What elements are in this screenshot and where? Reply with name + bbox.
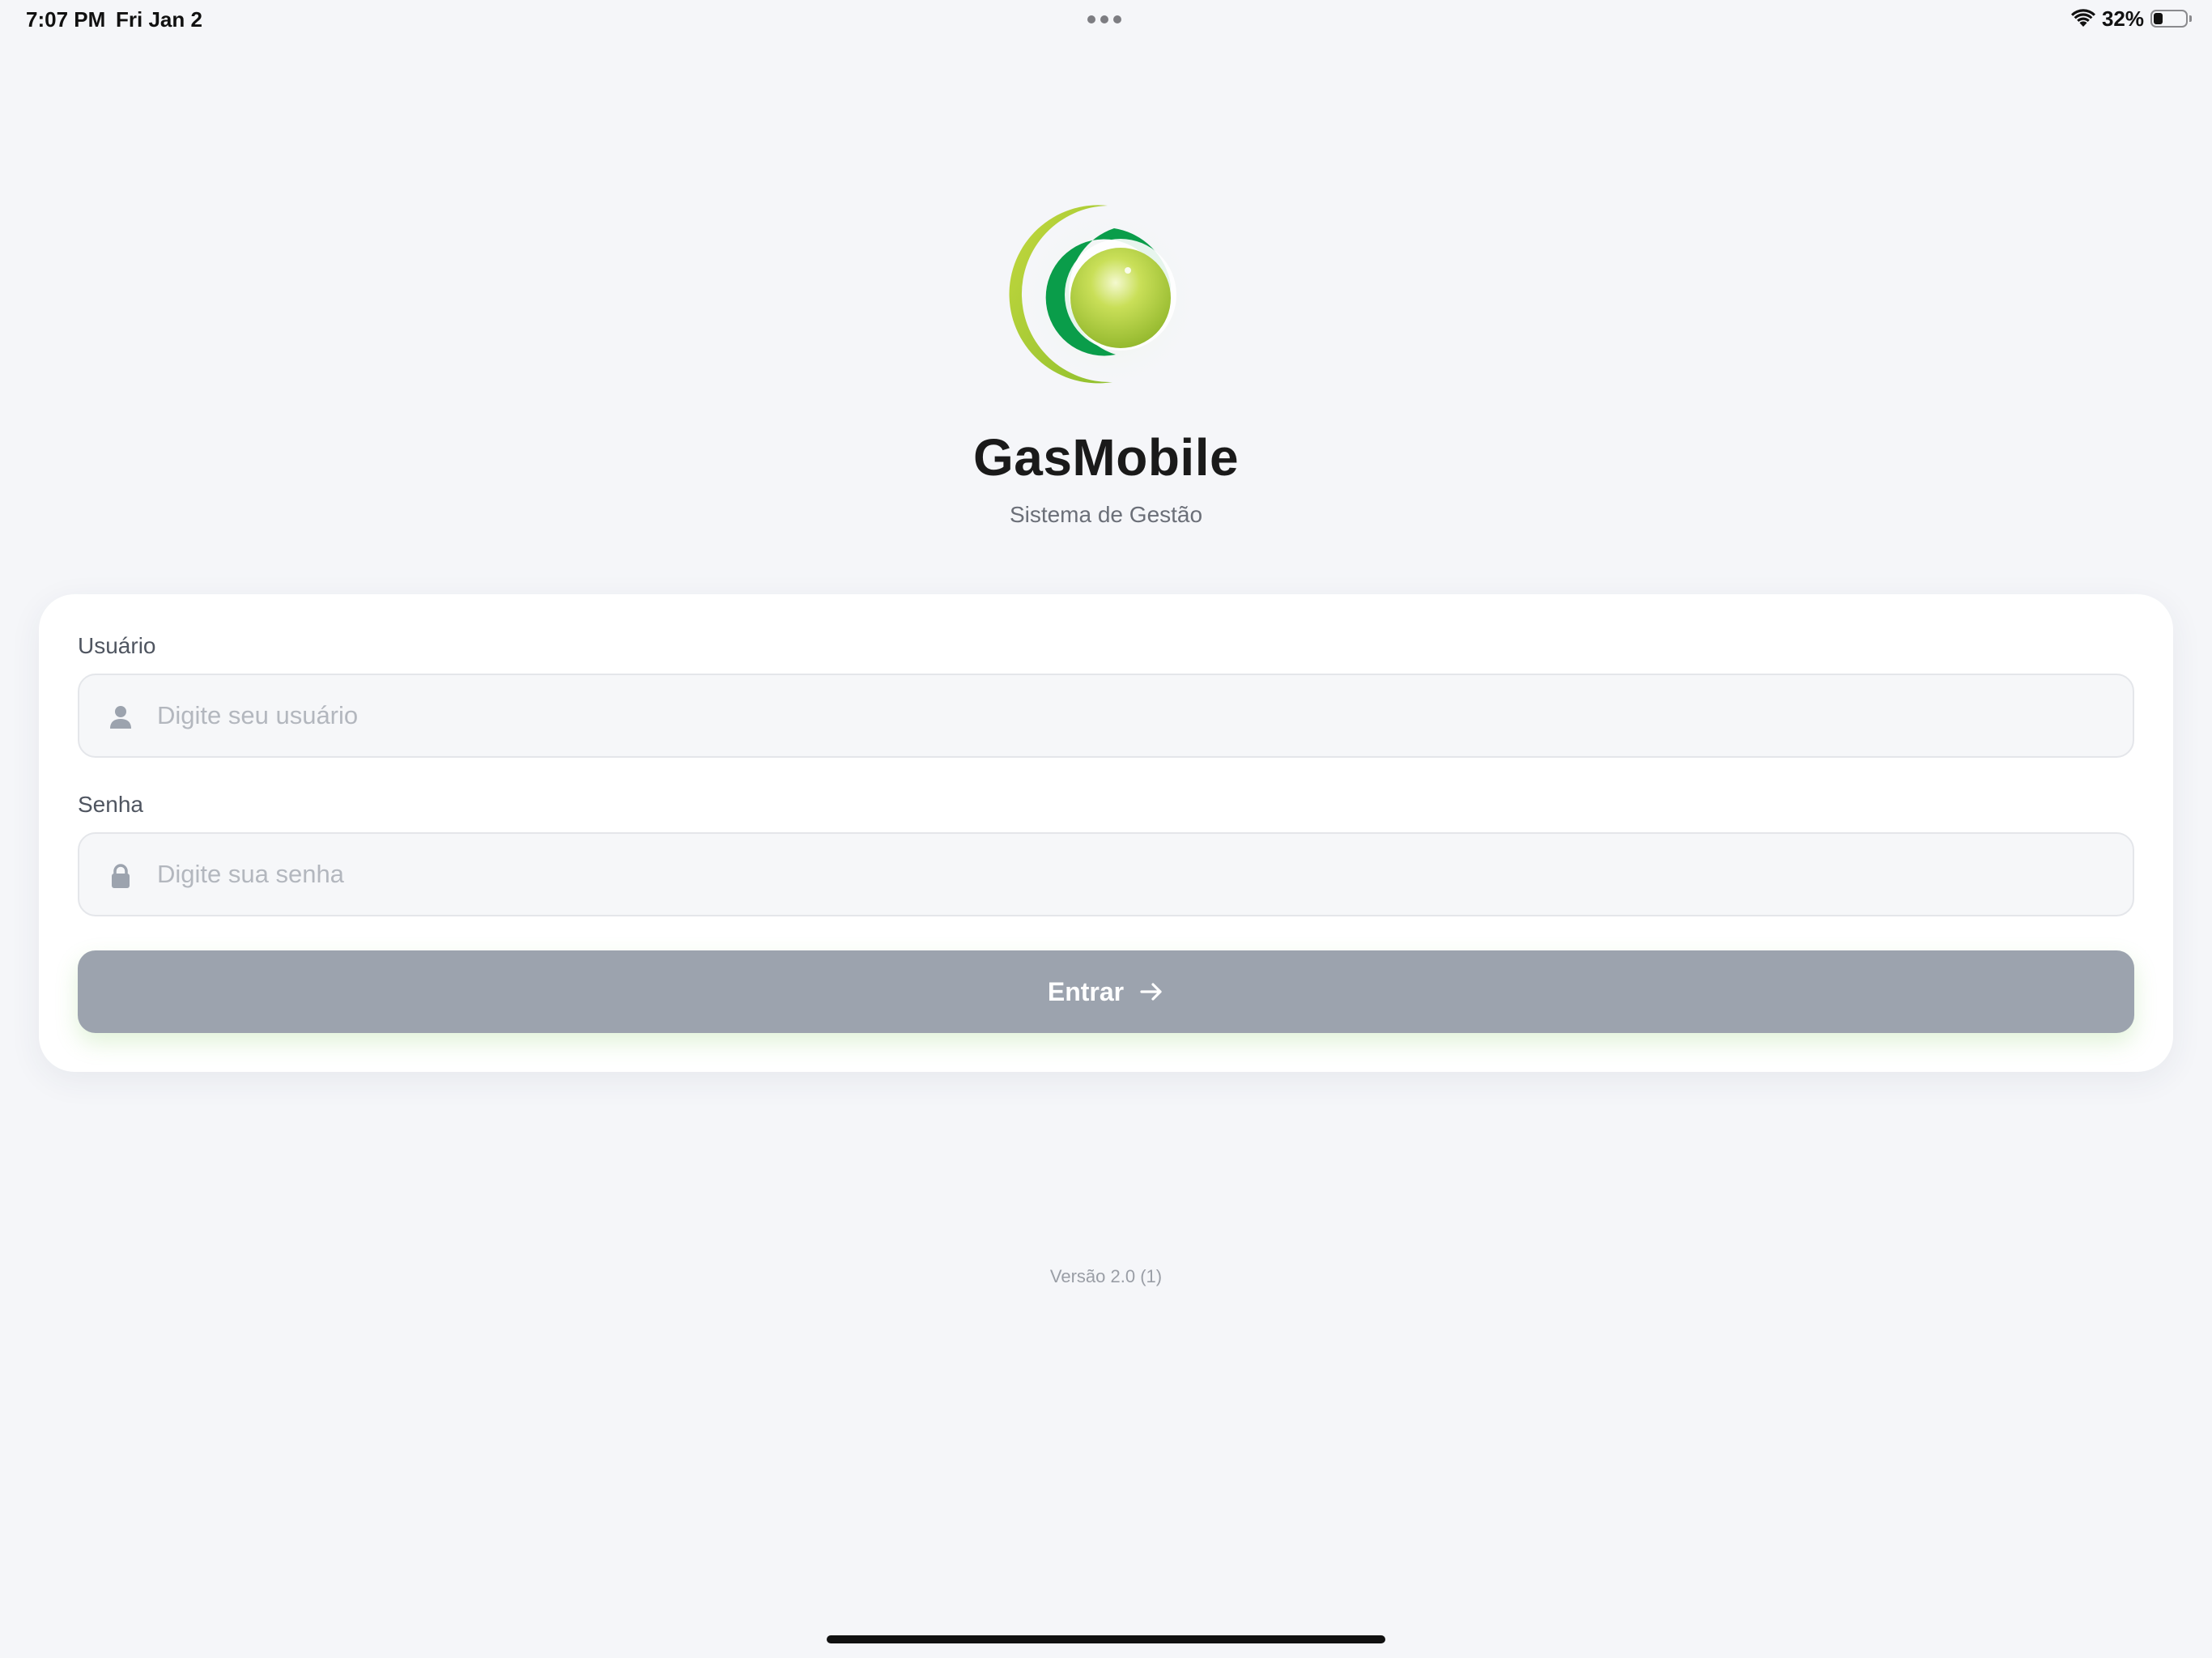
app-version: Versão 2.0 (1) xyxy=(1049,1266,1163,1286)
password-label: Senha xyxy=(78,792,143,817)
username-input[interactable] xyxy=(157,675,2108,756)
status-indicators: 32% xyxy=(2070,6,2192,31)
password-field[interactable] xyxy=(78,832,2134,916)
gasmobile-logo-icon xyxy=(1009,205,1200,389)
login-button-label: Entrar xyxy=(1047,976,1125,1006)
app-title: GasMobile xyxy=(972,428,1240,487)
battery-percentage: 32% xyxy=(2101,6,2144,31)
status-bar: 7:07 PM Fri Jan 2 32% xyxy=(0,0,2212,40)
lock-icon xyxy=(112,864,130,888)
arrow-right-icon xyxy=(1140,983,1162,1001)
status-date: Fri Jan 2 xyxy=(116,7,202,32)
login-card: Usuário Senha Entrar xyxy=(39,594,2173,1072)
battery-icon xyxy=(2150,10,2192,28)
app-subtitle: Sistema de Gestão xyxy=(1009,502,1203,527)
status-time: 7:07 PM xyxy=(26,7,106,32)
wifi-icon xyxy=(2070,9,2095,27)
user-icon xyxy=(110,706,131,729)
username-label: Usuário xyxy=(78,633,156,658)
password-input[interactable] xyxy=(157,834,2108,915)
login-button[interactable]: Entrar xyxy=(78,950,2134,1033)
username-field[interactable] xyxy=(78,674,2134,758)
multitasking-menu-icon[interactable] xyxy=(1087,15,1121,23)
home-indicator[interactable] xyxy=(827,1635,1385,1643)
